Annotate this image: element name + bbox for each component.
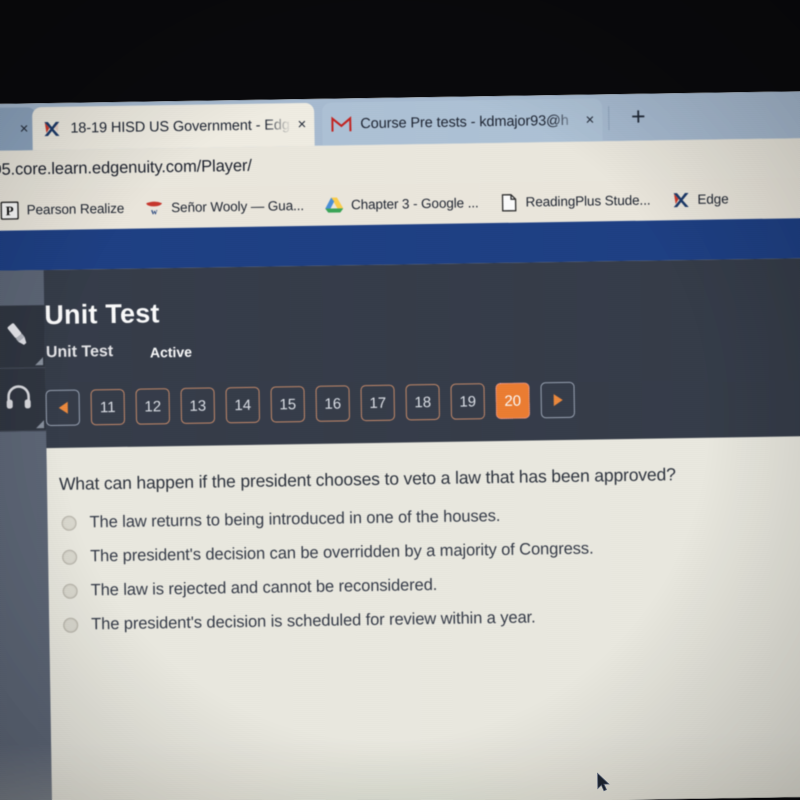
bookmark-pearson-realize[interactable]: P Pearson Realize [0, 198, 124, 220]
tab-close-icon[interactable]: × [585, 111, 594, 128]
pager-page-16[interactable]: 16 [315, 385, 351, 422]
answer-label: The president's decision is scheduled fo… [91, 608, 536, 634]
bookmark-chapter-3-google[interactable]: Chapter 3 - Google ... [324, 193, 479, 215]
app-body: Unit Test Unit Test Active 11 12 13 14 1… [0, 257, 800, 800]
google-drive-icon [324, 195, 344, 215]
page-icon [498, 192, 518, 212]
question-pager: 11 12 13 14 15 16 17 18 19 20 [45, 381, 576, 427]
pager-page-18[interactable]: 18 [405, 383, 441, 421]
bookmark-label: Señor Wooly — Gua... [171, 198, 305, 216]
highlighter-icon [2, 319, 33, 354]
screen-glare [181, 739, 615, 800]
answer-label: The law returns to being introduced in o… [89, 506, 501, 532]
page-title: Unit Test [44, 298, 160, 331]
pager-next-button[interactable] [540, 381, 576, 419]
pager-page-14[interactable]: 14 [225, 386, 261, 424]
radio-button-icon[interactable] [61, 515, 77, 531]
answer-label: The law is rejected and cannot be recons… [90, 575, 438, 600]
svg-text:w: w [151, 206, 158, 216]
question-text: What can happen if the president chooses… [58, 464, 676, 494]
highlighter-tool[interactable] [0, 305, 46, 369]
bookmark-label: Edge [697, 191, 729, 207]
browser-tab-0[interactable]: × [0, 107, 37, 152]
radio-button-icon[interactable] [62, 549, 78, 565]
headphones-icon [3, 382, 34, 417]
answer-options: The law returns to being introduced in o… [61, 498, 800, 646]
wooly-icon: w [144, 198, 164, 218]
pager-page-15[interactable]: 15 [270, 386, 306, 423]
chevron-left-icon [58, 401, 68, 414]
tab-title: 18-19 HISD US Government - Edg [70, 116, 290, 137]
svg-text:P: P [6, 203, 14, 218]
tab-close-icon[interactable]: × [297, 116, 306, 133]
bookmark-edge[interactable]: Edge [670, 189, 729, 210]
question-panel: What can happen if the president chooses… [46, 435, 800, 800]
pager-page-17[interactable]: 17 [360, 384, 396, 422]
bookmark-label: Chapter 3 - Google ... [350, 195, 479, 213]
radio-button-icon[interactable] [63, 617, 79, 633]
browser-tab-2[interactable]: Course Pre tests - kdmajor93@h × [322, 98, 603, 146]
new-tab-button[interactable]: + [624, 103, 652, 132]
gmail-m-icon [330, 113, 352, 135]
pager-page-12[interactable]: 12 [135, 388, 171, 425]
tool-corner-indicator [34, 357, 44, 366]
bookmark-label: ReadingPlus Stude... [525, 192, 651, 210]
pager-page-11[interactable]: 11 [90, 388, 126, 426]
photo-of-screen: × 18-19 HISD US Government - Edg × Cours… [0, 0, 800, 800]
pager-prev-button[interactable] [45, 389, 81, 427]
bookmark-senor-wooly[interactable]: w Señor Wooly — Gua... [144, 196, 304, 219]
status-badge: Active [149, 343, 193, 361]
pager-page-20[interactable]: 20 [495, 382, 531, 420]
tool-corner-indicator [35, 420, 45, 429]
edgenuity-x-icon [670, 189, 690, 209]
edgenuity-x-icon [40, 117, 62, 139]
tab-divider [608, 106, 610, 131]
pearson-p-icon: P [0, 200, 20, 220]
tab-title: Course Pre tests - kdmajor93@h [360, 112, 569, 132]
tab-close-icon[interactable]: × [19, 120, 28, 137]
url-text: r05.core.learn.edgenuity.com/Player/ [0, 156, 252, 179]
radio-button-icon[interactable] [62, 583, 78, 599]
chevron-right-icon [553, 393, 563, 407]
bookmark-label: Pearson Realize [26, 200, 125, 218]
browser-tab-1[interactable]: 18-19 HISD US Government - Edg × [32, 102, 315, 151]
audio-tool[interactable] [0, 368, 47, 432]
bookmark-readingplus-student[interactable]: ReadingPlus Stude... [498, 190, 651, 212]
pager-page-19[interactable]: 19 [450, 383, 486, 420]
test-subtitle: Unit Test [45, 343, 114, 362]
pager-page-13[interactable]: 13 [180, 387, 216, 424]
browser-window: × 18-19 HISD US Government - Edg × Cours… [0, 90, 800, 800]
test-header: Unit Test Unit Test Active [44, 258, 800, 390]
